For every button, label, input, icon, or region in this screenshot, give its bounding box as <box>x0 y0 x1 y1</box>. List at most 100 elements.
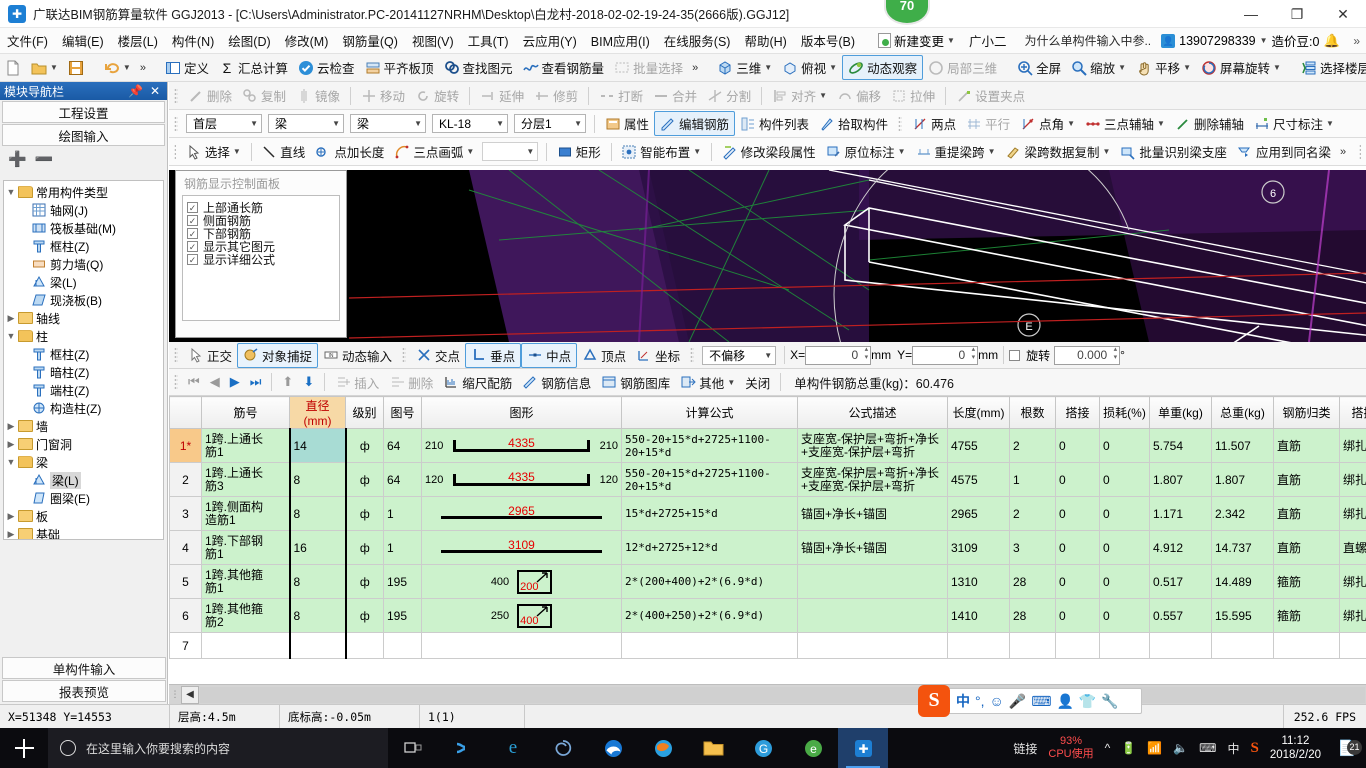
cell-lap-form[interactable]: 绑扎 <box>1339 462 1366 497</box>
cell-formula[interactable]: 2*(200+400)+2*(6.9*d) <box>621 564 798 599</box>
sogou-logo-icon[interactable]: S <box>918 685 950 717</box>
user-icon[interactable]: 👤 <box>1056 693 1073 710</box>
cell-total-weight[interactable]: 15.595 <box>1211 598 1274 633</box>
cell-fig-no[interactable]: 64 <box>383 428 422 463</box>
set-grip-button[interactable]: 设置夹点 <box>951 84 1030 107</box>
toolbar-grip[interactable] <box>174 115 178 132</box>
cell-lap-form[interactable]: 绑扎 <box>1339 496 1366 531</box>
chevron-down-icon[interactable]: ▼ <box>526 147 534 156</box>
wifi-icon[interactable]: 📶 <box>1147 741 1162 755</box>
menu-item-rebar-qty[interactable]: 钢筋量(Q) <box>335 28 405 53</box>
cell-unit-weight[interactable]: 0.517 <box>1149 564 1212 599</box>
taskbar-app-skype[interactable] <box>438 728 488 768</box>
split-button[interactable]: 分割 <box>702 84 756 107</box>
cell-bar-no[interactable]: 1跨.上通长 筋3 <box>201 462 290 497</box>
tree-folder-foundation[interactable]: ▶ 基础 <box>4 525 163 540</box>
cell-lap[interactable]: 0 <box>1055 530 1100 565</box>
cell-fig-no[interactable] <box>383 632 422 659</box>
cell-lap-form[interactable]: 直螺纹连 <box>1339 530 1366 565</box>
rebar-info-button[interactable]: 钢筋信息 <box>517 371 596 394</box>
chevron-down-icon[interactable]: ▼ <box>988 147 996 156</box>
cell-diameter[interactable]: 8 <box>288 496 347 531</box>
cell-formula[interactable] <box>621 632 798 659</box>
cell-shape[interactable]: 3109 <box>421 530 622 565</box>
tree-folder-common-types[interactable]: ▼ 常用构件类型 <box>4 183 163 201</box>
scroll-left-arrow-icon[interactable]: ◀ <box>181 685 199 704</box>
cell-count[interactable]: 1 <box>1009 462 1056 497</box>
col-fig-no[interactable]: 图号 <box>383 396 422 429</box>
insert-row-button[interactable]: 插入 <box>330 371 384 394</box>
cell-length[interactable]: 2965 <box>947 496 1010 531</box>
horizontal-scrollbar[interactable]: ⋮ ◀ <box>169 684 1366 704</box>
ortho-toggle[interactable]: 正交 <box>183 344 237 367</box>
cell-bar-no[interactable]: 1跨.其他箍 筋2 <box>201 598 290 633</box>
tools-icon[interactable]: 🔧 <box>1101 693 1118 710</box>
col-unit-weight[interactable]: 单重(kg) <box>1149 396 1212 429</box>
apply-same-beam-button[interactable]: 应用到同名梁 <box>1232 140 1336 163</box>
view-3d-button[interactable]: 三维 ▼ <box>712 56 777 79</box>
taskbar-app-g[interactable]: G <box>738 728 788 768</box>
cell-diameter[interactable]: 8 <box>288 564 347 599</box>
x-input[interactable]: 0 <box>805 345 872 365</box>
cell-unit-weight[interactable]: 4.912 <box>1149 530 1212 565</box>
ime-mode-icon[interactable]: 中 <box>956 691 970 711</box>
dimension-button[interactable]: 尺寸标注 ▼ <box>1249 112 1339 135</box>
edit-beam-segment-button[interactable]: 修改梁段属性 <box>717 140 821 163</box>
rebar-library-button[interactable]: 钢筋图库 <box>596 371 675 394</box>
chevron-down-icon[interactable]: ▼ <box>4 187 18 197</box>
chevron-down-icon[interactable]: ▼ <box>250 119 258 128</box>
table-row[interactable]: 2 1跨.上通长 筋3 8 ф 64 120 4335 120 550-20+1… <box>169 462 1366 497</box>
cell-bar-no[interactable]: 1跨.侧面构 造筋1 <box>201 496 290 531</box>
tree-item-end-column[interactable]: 端柱(Z) <box>4 381 163 399</box>
cell-grade[interactable]: ф <box>345 598 384 633</box>
move-button[interactable]: 移动 <box>356 84 410 107</box>
cell-length[interactable]: 1310 <box>947 564 1010 599</box>
cell-fig-no[interactable]: 1 <box>383 496 422 531</box>
chevron-down-icon[interactable]: ▼ <box>574 119 582 128</box>
chevron-down-icon[interactable]: ▼ <box>1183 63 1191 72</box>
chevron-down-icon[interactable]: ▼ <box>414 119 422 128</box>
chevron-down-icon[interactable]: ▼ <box>1273 63 1281 72</box>
tree-item-shear-wall[interactable]: 剪力墙(Q) <box>4 255 163 273</box>
offset-button[interactable]: 偏移 <box>832 84 886 107</box>
three-point-arc-button[interactable]: 三点画弧 ▼ <box>389 140 479 163</box>
tree-folder-wall[interactable]: ▶ 墙 <box>4 417 163 435</box>
cell-total-weight[interactable]: 14.737 <box>1211 530 1274 565</box>
chevron-right-icon[interactable]: ▶ <box>4 529 18 540</box>
batch-identify-support-button[interactable]: 批量识别梁支座 <box>1115 140 1232 163</box>
chevron-down-icon[interactable]: ▼ <box>1118 63 1126 72</box>
account-area[interactable]: 👤 13907298339 ▼ 造价豆:0 🔔 <box>1161 31 1340 50</box>
col-length[interactable]: 长度(mm) <box>947 396 1010 429</box>
cell-fig-no[interactable]: 1 <box>383 530 422 565</box>
cell-formula[interactable]: 2*(400+250)+2*(6.9*d) <box>621 598 798 633</box>
col-category[interactable]: 钢筋归类 <box>1273 396 1340 429</box>
find-element-button[interactable]: 查找图元 <box>439 56 518 79</box>
cell-description[interactable]: 锚固+净长+锚固 <box>797 496 948 531</box>
menu-item-draw[interactable]: 绘图(D) <box>221 28 277 53</box>
extra-select[interactable]: ▼ <box>482 142 539 161</box>
edit-rebar-button[interactable]: 编辑钢筋 <box>654 111 736 136</box>
batch-select-button[interactable]: 批量选择 <box>609 56 688 79</box>
two-point-button[interactable]: 两点 <box>907 112 961 135</box>
keyboard-tray-icon[interactable]: ⌨ <box>1199 741 1216 755</box>
summary-calc-button[interactable]: Σ 汇总计算 <box>214 56 293 79</box>
rotate-checkbox[interactable] <box>1009 349 1021 361</box>
col-shape[interactable]: 图形 <box>421 396 622 429</box>
cell-grade[interactable]: ф <box>345 462 384 497</box>
cell-lap-form[interactable] <box>1339 632 1366 659</box>
toolbar-grip[interactable] <box>174 347 178 363</box>
col-diameter[interactable]: 直径(mm) <box>289 396 346 429</box>
cell-loss[interactable] <box>1099 632 1150 659</box>
chevron-right-icon[interactable]: ▶ <box>4 421 18 432</box>
y-input[interactable]: 0 <box>912 345 979 365</box>
chevron-right-icon[interactable]: ▶ <box>4 439 18 450</box>
cell-fig-no[interactable]: 195 <box>383 564 422 599</box>
cell-description[interactable]: 支座宽-保护层+弯折+净长+支座宽-保护层+弯折 <box>797 462 948 497</box>
cell-grade[interactable]: ф <box>345 428 384 463</box>
snap-vertex[interactable]: 顶点 <box>577 344 631 367</box>
cell-lap[interactable]: 0 <box>1055 462 1100 497</box>
cell-total-weight[interactable]: 14.489 <box>1211 564 1274 599</box>
menu-item-cloud-app[interactable]: 云应用(Y) <box>516 28 584 53</box>
delete-button[interactable]: 删除 <box>183 84 237 107</box>
taskbar-app-ie[interactable]: e <box>488 728 538 768</box>
